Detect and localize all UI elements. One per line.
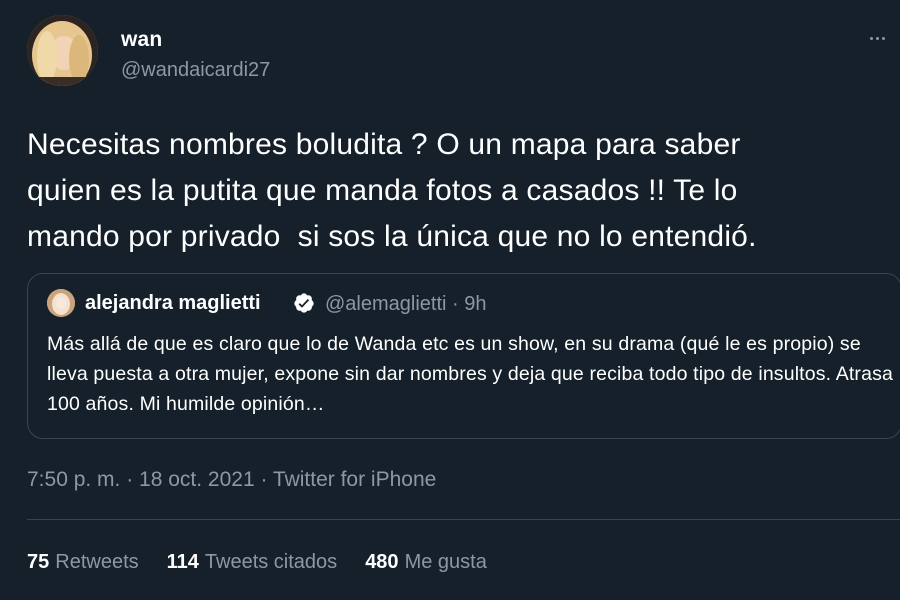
quotes-count: 114 — [166, 551, 199, 573]
author-avatar[interactable] — [27, 15, 98, 86]
retweets-label: Retweets — [55, 551, 139, 573]
avatar-image — [27, 15, 98, 86]
quotes-stat[interactable]: 114 Tweets citados — [167, 551, 338, 574]
quotes-label: Tweets citados — [204, 551, 338, 573]
retweets-count: 75 — [27, 551, 50, 573]
quoted-avatar-image — [47, 289, 75, 317]
divider — [27, 519, 900, 520]
likes-label: Me gusta — [404, 551, 487, 573]
more-dot — [881, 36, 885, 40]
more-dot — [869, 36, 873, 40]
tweet-card: wan @wandaicardi27 Necesitas nombres bol… — [0, 0, 900, 600]
more-dots-icon[interactable] — [862, 26, 892, 50]
tweet-timestamp[interactable]: 7:50 p. m. · 18 oct. 2021 · Twitter for … — [27, 468, 436, 492]
more-dot — [875, 36, 879, 40]
likes-count: 480 — [365, 551, 399, 573]
tweet-stats: 75 Retweets 114 Tweets citados 480 Me gusta — [27, 551, 487, 574]
quoted-author-avatar — [47, 289, 75, 317]
tweet-text: Necesitas nombres boludita ? O un mapa p… — [27, 128, 757, 253]
retweets-stat[interactable]: 75 Retweets — [27, 551, 139, 574]
likes-stat[interactable]: 480 Me gusta — [365, 551, 487, 574]
quoted-author-name: alejandra maglietti — [85, 292, 261, 314]
author-display-name[interactable]: wan — [121, 28, 162, 52]
verified-badge-icon — [294, 293, 314, 313]
quoted-tweet[interactable]: alejandra maglietti @alemaglietti · 9h M… — [27, 273, 900, 439]
quoted-tweet-text: Más allá de que es claro que lo de Wanda… — [47, 333, 893, 415]
author-handle[interactable]: @wandaicardi27 — [121, 59, 270, 82]
quoted-tweet-meta: @alemaglietti · 9h — [325, 293, 487, 315]
